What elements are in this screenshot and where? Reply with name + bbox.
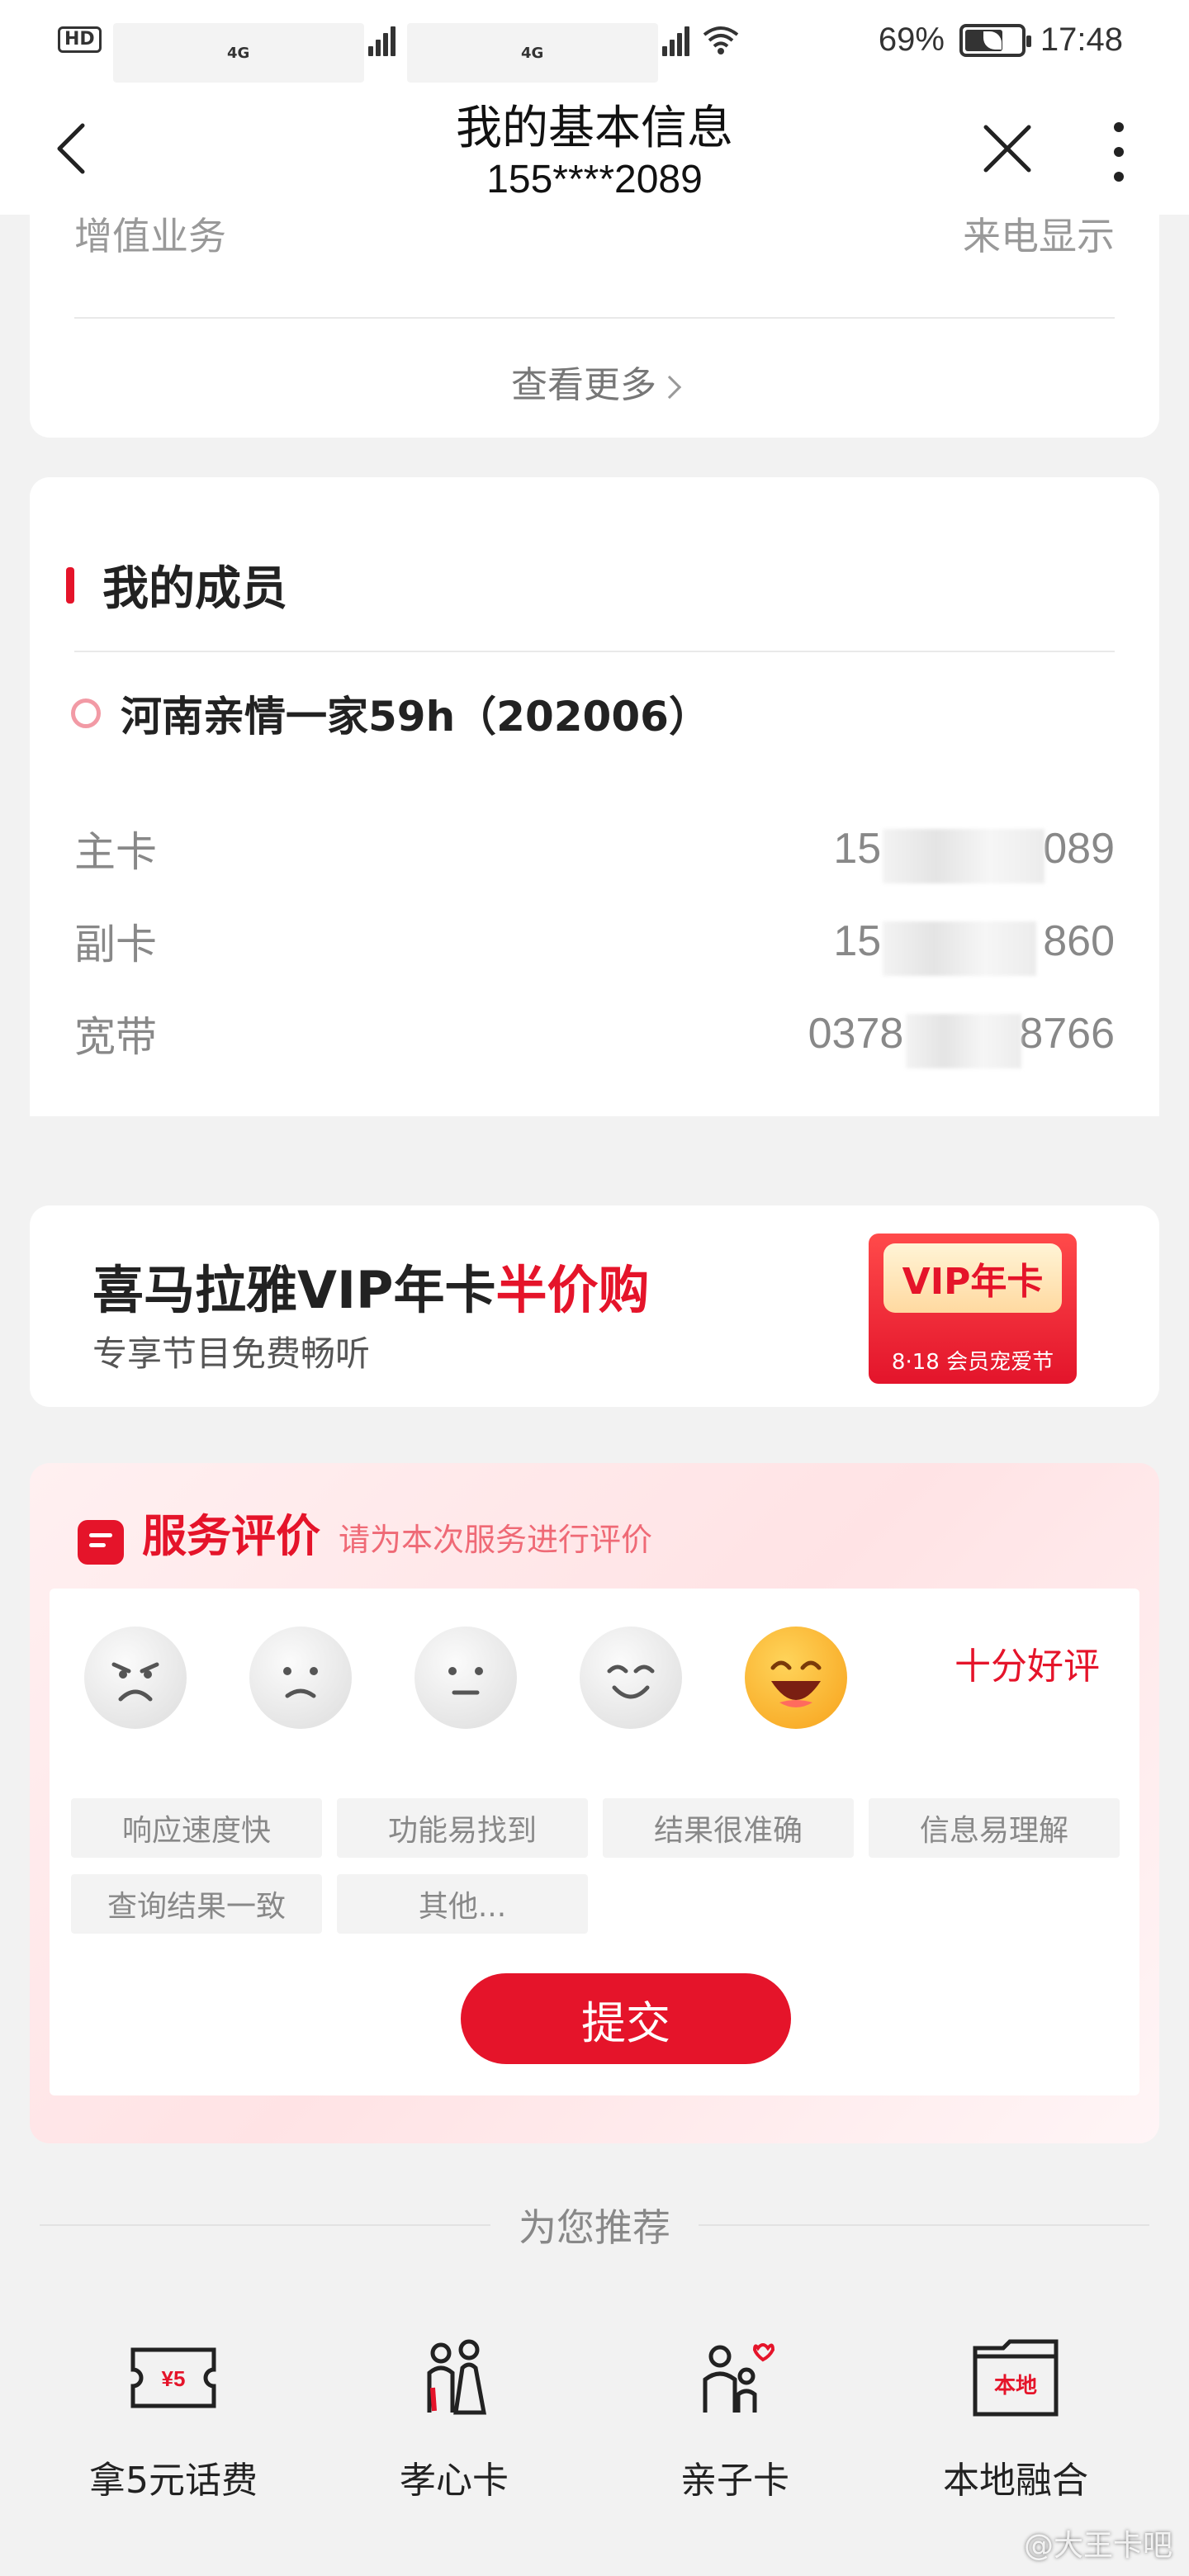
member-row: 副卡 15 860	[74, 908, 1115, 976]
rating-tag[interactable]: 结果很准确	[603, 1798, 854, 1858]
view-more-link[interactable]: 查看更多	[30, 355, 1159, 408]
masked-region	[883, 921, 1037, 976]
rating-faces	[84, 1627, 847, 1729]
rating-tag[interactable]: 信息易理解	[869, 1798, 1120, 1858]
local-icon: 本地	[966, 2328, 1065, 2427]
status-bar: HD 4G 4G 69% 17:48	[0, 0, 1189, 83]
divider	[74, 317, 1115, 319]
smile-face-icon[interactable]	[580, 1627, 682, 1729]
sad-face-icon[interactable]	[249, 1627, 352, 1729]
rating-tags: 响应速度快 功能易找到 结果很准确 信息易理解 查询结果一致 其他...	[71, 1798, 1128, 1934]
recommend-item[interactable]: 本地 本地融合	[892, 2328, 1139, 2503]
member-number: 15 089	[833, 824, 1115, 883]
members-title: 我的成员	[102, 562, 287, 616]
service-rating-panel: 服务评价 请为本次服务进行评价 十分好评 响应速度快 功能易找到 结果很准确 信…	[30, 1463, 1159, 2143]
clock: 17:48	[1040, 21, 1123, 58]
nav-header: 我的基本信息 155****2089	[0, 83, 1189, 215]
recommend-label: 本地融合	[943, 2460, 1088, 2502]
svg-text:¥5: ¥5	[162, 2366, 186, 2391]
promo-banner[interactable]: 喜马拉雅VIP年卡半价购 专享节目免费畅听 VIP年卡 8·18 会员宠爱节	[30, 1205, 1159, 1407]
member-row: 主卡 15 089	[74, 816, 1115, 883]
neutral-face-icon[interactable]	[414, 1627, 517, 1729]
coupon-icon: ¥5	[124, 2328, 223, 2427]
plan-name: 河南亲情一家59h（202006）	[71, 684, 710, 743]
members-card: 我的成员 河南亲情一家59h（202006） 主卡 15 089 副卡 15 860…	[30, 477, 1159, 1116]
status-right: 69% 17:48	[879, 21, 1123, 59]
rating-tag[interactable]: 其他...	[337, 1874, 588, 1934]
vip-badge-caption: 8·18 会员宠爱节	[891, 1350, 1054, 1375]
masked-region	[905, 1014, 1021, 1068]
recommend-list: ¥5 拿5元话费 孝心卡 亲子卡 本地 本地融合	[50, 2328, 1139, 2503]
banner-title: 喜马拉雅VIP年卡半价购	[92, 1260, 650, 1320]
close-icon[interactable]	[974, 116, 1040, 182]
masked-region	[883, 829, 1045, 883]
rating-body: 十分好评 响应速度快 功能易找到 结果很准确 信息易理解 查询结果一致 其他..…	[50, 1589, 1139, 2095]
signal-icon: 4G	[112, 23, 396, 83]
signal-icon-2: 4G	[406, 23, 689, 83]
recommend-item[interactable]: ¥5 拿5元话费	[50, 2328, 297, 2503]
rating-tag[interactable]: 响应速度快	[71, 1798, 322, 1858]
vas-value: 来电显示	[963, 214, 1115, 258]
divider	[74, 651, 1115, 652]
vip-card-image: VIP年卡 8·18 会员宠爱节	[869, 1234, 1077, 1384]
member-row: 宽带 0378 8766	[74, 1001, 1115, 1068]
recommend-item[interactable]: 孝心卡	[330, 2328, 578, 2503]
svg-text:本地: 本地	[994, 2374, 1037, 2398]
selected-rating-label: 十分好评	[955, 1646, 1100, 1688]
value-added-card: 增值业务 来电显示 查看更多	[30, 182, 1159, 438]
rating-tag[interactable]: 功能易找到	[337, 1798, 588, 1858]
status-left: HD 4G 4G	[58, 23, 741, 83]
angry-face-icon[interactable]	[84, 1627, 187, 1729]
wifi-icon	[703, 26, 738, 54]
comment-icon	[78, 1520, 124, 1565]
section-marker	[66, 566, 74, 604]
ring-icon	[71, 698, 101, 728]
vas-label: 增值业务	[74, 214, 226, 258]
rating-header: 服务评价 请为本次服务进行评价	[78, 1499, 652, 1565]
family-icon	[685, 2328, 784, 2427]
member-label: 副卡	[74, 921, 157, 968]
plan-label: 河南亲情一家59h（202006）	[121, 693, 710, 741]
recommend-label: 孝心卡	[400, 2460, 509, 2502]
battery-icon	[959, 23, 1031, 57]
more-options-icon[interactable]	[1106, 119, 1131, 185]
divider	[699, 2224, 1149, 2226]
members-header: 我的成员	[66, 552, 287, 618]
chevron-right-icon	[657, 375, 682, 400]
rating-title: 服务评价	[142, 1510, 320, 1562]
banner-subtitle: 专享节目免费畅听	[92, 1333, 371, 1374]
rating-tag[interactable]: 查询结果一致	[71, 1874, 322, 1934]
member-label: 主卡	[74, 828, 157, 876]
recommend-item[interactable]: 亲子卡	[611, 2328, 859, 2503]
hd-indicator: HD	[58, 26, 102, 53]
member-number: 15 860	[833, 916, 1115, 976]
submit-button[interactable]: 提交	[461, 1973, 791, 2064]
elderly-icon	[405, 2328, 504, 2427]
rating-hint: 请为本次服务进行评价	[339, 1522, 653, 1558]
vas-row[interactable]: 增值业务 来电显示	[74, 206, 1115, 289]
watermark: @大王卡吧	[1023, 2529, 1172, 2563]
battery-percent: 69%	[878, 21, 945, 58]
vip-badge-text: VIP年卡	[883, 1243, 1062, 1313]
recommend-label: 拿5元话费	[89, 2460, 258, 2502]
member-number: 0378 8766	[808, 1009, 1115, 1068]
very-happy-face-icon[interactable]	[745, 1627, 847, 1729]
recommend-label: 亲子卡	[680, 2460, 789, 2502]
member-label: 宽带	[74, 1013, 157, 1061]
